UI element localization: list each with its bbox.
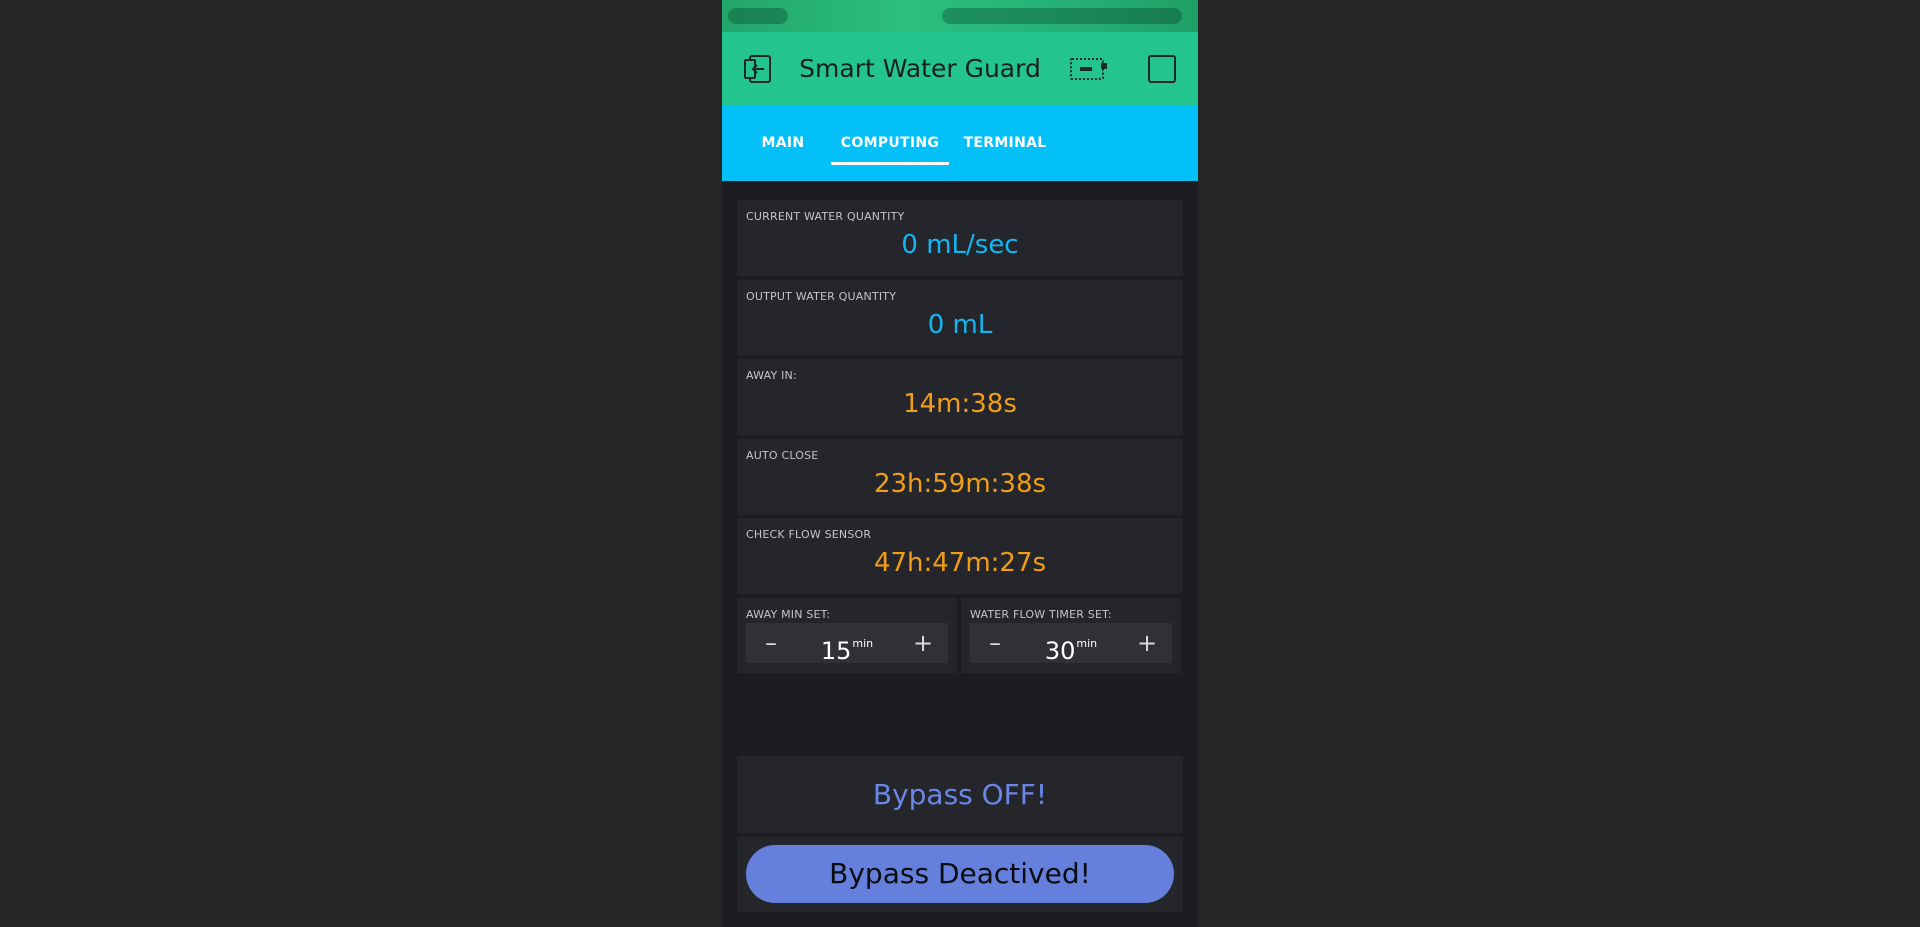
stepper-value: 15min bbox=[796, 623, 898, 665]
current-water-quantity-card: CURRENT WATER QUANTITY 0 mL/sec bbox=[737, 200, 1183, 276]
bypass-button[interactable]: Bypass Deactived! bbox=[746, 845, 1174, 903]
card-value: 0 mL bbox=[927, 310, 993, 340]
check-flow-sensor-card: CHECK FLOW SENSOR 47h:47m:27s bbox=[737, 518, 1183, 594]
output-water-quantity-card: OUTPUT WATER QUANTITY 0 mL bbox=[737, 280, 1183, 356]
away-min-set-stepper: AWAY MIN SET: – 15min + bbox=[737, 598, 957, 673]
tab-terminal[interactable]: TERMINAL bbox=[955, 106, 1055, 181]
device-icon[interactable] bbox=[1068, 53, 1108, 85]
decrement-button[interactable]: – bbox=[970, 623, 1020, 663]
tab-main[interactable]: MAIN bbox=[748, 106, 818, 181]
status-bar-blur bbox=[942, 8, 1182, 24]
stepper-control: – 30min + bbox=[970, 623, 1172, 665]
card-label: OUTPUT WATER QUANTITY bbox=[746, 290, 897, 303]
stepper-value: 30min bbox=[1020, 623, 1122, 665]
stepper-unit: min bbox=[1076, 637, 1098, 650]
stepper-label: AWAY MIN SET: bbox=[746, 608, 831, 621]
auto-close-card: AUTO CLOSE 23h:59m:38s bbox=[737, 439, 1183, 515]
stepper-number: 30 bbox=[1044, 637, 1076, 665]
stepper-control: – 15min + bbox=[746, 623, 948, 665]
app-title: Smart Water Guard bbox=[799, 54, 1041, 83]
decrement-button[interactable]: – bbox=[746, 623, 796, 663]
phone-screen: Smart Water Guard MAIN COMPUTING TERMINA… bbox=[722, 0, 1198, 927]
bypass-button-card: Bypass Deactived! bbox=[737, 837, 1183, 912]
water-flow-timer-set-stepper: WATER FLOW TIMER SET: – 30min + bbox=[961, 598, 1181, 673]
card-label: CHECK FLOW SENSOR bbox=[746, 528, 872, 541]
card-value: 0 mL/sec bbox=[901, 230, 1019, 260]
increment-button[interactable]: + bbox=[1122, 623, 1172, 663]
app-header: Smart Water Guard bbox=[722, 32, 1198, 106]
tab-computing[interactable]: COMPUTING bbox=[831, 106, 949, 181]
active-tab-indicator bbox=[831, 162, 949, 165]
status-bar bbox=[722, 0, 1198, 32]
card-value: 23h:59m:38s bbox=[873, 469, 1047, 499]
card-value: 14m:38s bbox=[903, 389, 1017, 419]
card-label: AWAY IN: bbox=[746, 369, 797, 382]
card-value: 47h:47m:27s bbox=[873, 548, 1047, 578]
tab-bar: MAIN COMPUTING TERMINAL bbox=[722, 106, 1198, 181]
bypass-status-text: Bypass OFF! bbox=[872, 778, 1048, 811]
increment-button[interactable]: + bbox=[898, 623, 948, 663]
stepper-label: WATER FLOW TIMER SET: bbox=[970, 608, 1112, 621]
card-label: AUTO CLOSE bbox=[746, 449, 819, 462]
stepper-unit: min bbox=[852, 637, 874, 650]
card-label: CURRENT WATER QUANTITY bbox=[746, 210, 905, 223]
bypass-status-card: Bypass OFF! bbox=[737, 756, 1183, 833]
status-bar-blur bbox=[728, 8, 788, 24]
stepper-number: 15 bbox=[820, 637, 852, 665]
away-in-card: AWAY IN: 14m:38s bbox=[737, 359, 1183, 435]
square-icon[interactable] bbox=[1146, 53, 1178, 85]
